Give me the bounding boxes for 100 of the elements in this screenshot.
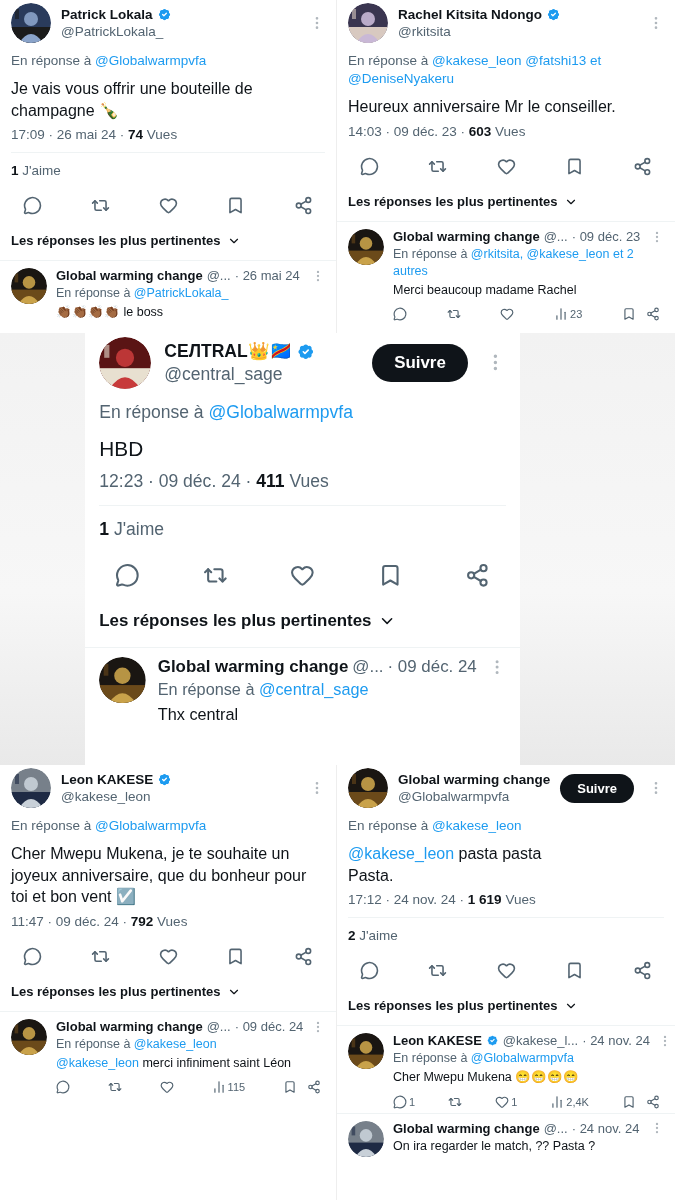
bookmark-icon[interactable]	[621, 1094, 636, 1109]
views-icon[interactable]	[554, 307, 569, 322]
like-icon[interactable]	[495, 1094, 510, 1109]
verified-icon	[156, 7, 172, 22]
verified-icon	[295, 341, 316, 362]
tweet-meta: 17:12 · 24 nov. 24 · 1 619 Vues	[348, 892, 537, 908]
reply-context: En réponse à @kakese_leon	[56, 1036, 218, 1053]
reply-date: · 09 déc. 24	[234, 1019, 304, 1034]
like-icon[interactable]	[496, 961, 516, 981]
reply-date: · 09 déc. 23	[571, 229, 641, 245]
like-count: 1	[511, 1095, 518, 1108]
likes-count[interactable]: 1 J'aime	[11, 163, 325, 179]
like-icon[interactable]	[496, 157, 516, 177]
reply-icon[interactable]	[393, 1094, 407, 1109]
like-icon[interactable]	[158, 196, 178, 216]
author-name[interactable]: Leon KAKESE	[393, 1033, 482, 1049]
like-icon[interactable]	[500, 307, 515, 322]
author-handle: @central_sage	[164, 363, 284, 385]
reply-icon[interactable]	[23, 947, 42, 966]
sort-label[interactable]: Les réponses les plus pertinentes	[348, 998, 558, 1014]
author-name[interactable]: Global warming change	[157, 656, 349, 677]
reply-date: · 09 déc. 24	[387, 656, 477, 677]
views-count: 23	[570, 308, 583, 321]
reply-text: @kakese_leon merci infiniment saint Léon	[56, 1054, 293, 1072]
author-name[interactable]: Global warming change	[393, 229, 540, 245]
verified-icon	[485, 1034, 499, 1048]
sort-label[interactable]: Les réponses les plus pertinentes	[348, 194, 558, 210]
reply-context: En réponse à @Globalwarmpvfa	[11, 817, 208, 835]
share-icon[interactable]	[633, 157, 652, 177]
reply-text: On ira regarder le match, ?? Pasta ?	[393, 1137, 597, 1155]
share-icon[interactable]	[294, 947, 313, 966]
reply-context: En réponse à @rkitsita, @kakese_leon et 2 autres	[393, 246, 635, 280]
reply-icon[interactable]	[23, 196, 42, 216]
reply-context: En réponse à @kakese_leon @fatshi13 et @DeniseNyakeru	[348, 52, 603, 89]
views-icon[interactable]	[550, 1094, 565, 1109]
views-count: 115	[227, 1081, 246, 1094]
author-name[interactable]: Global warming change	[393, 1120, 540, 1136]
author-name[interactable]: Global warming change	[398, 772, 551, 787]
follow-button[interactable]: Suivre	[372, 343, 468, 382]
views-icon[interactable]	[211, 1080, 226, 1095]
reply-context: En réponse à @Globalwarmpvfa	[99, 400, 354, 424]
reply-text: 👏🏾👏🏾👏🏾👏🏾 le boss	[56, 304, 165, 322]
reply-date: · 26 mai 24	[234, 268, 300, 284]
share-icon[interactable]	[646, 307, 660, 322]
reply-icon[interactable]	[360, 961, 379, 981]
likes-count[interactable]: 1 J'aime	[99, 518, 506, 540]
tweet-meta: 11:47 · 09 déc. 24 · 792 Vues	[11, 914, 189, 929]
likes-count[interactable]: 2 J'aime	[348, 928, 664, 944]
reply-context: En réponse à @kakese_leon	[348, 817, 523, 835]
author-handle: @...	[543, 1120, 568, 1136]
tweet-text: Cher Mwepu Mukena, je te souhaite un joyeux anniversaire, que du bonheur pour toi et bon vent ☑	[11, 844, 308, 908]
reply-icon[interactable]	[114, 562, 140, 588]
bookmark-icon[interactable]	[283, 1080, 297, 1095]
author-handle: @...	[543, 229, 568, 245]
like-icon[interactable]	[158, 947, 178, 966]
share-icon[interactable]	[294, 196, 313, 216]
reply-text: Thx central	[157, 703, 240, 725]
bookmark-icon[interactable]	[622, 307, 636, 322]
reply-date: · 24 nov. 24	[571, 1120, 640, 1136]
tweet-text: @kakese_leon pasta pasta Pasta.	[348, 844, 543, 886]
reply-text: Cher Mwepu Mukena 😁😁😁😁	[393, 1069, 581, 1087]
tweet-meta: 17:09 · 26 mai 24 · 74 Vues	[11, 127, 179, 143]
author-handle: @kakese_leon	[61, 789, 152, 804]
author-name[interactable]: Leon KAKESE	[61, 772, 154, 787]
reply-count: 1	[409, 1095, 416, 1108]
reply-icon[interactable]	[360, 157, 379, 177]
reply-text: Merci beaucoup madame Rachel	[393, 281, 578, 299]
author-handle: @...	[206, 268, 231, 284]
author-name[interactable]: Global warming change	[56, 268, 203, 284]
share-icon[interactable]	[307, 1080, 321, 1095]
reply-context: En réponse à @Globalwarmpvfa	[393, 1050, 575, 1068]
tweet-text: HBD	[99, 435, 145, 462]
author-handle: @kakese_l...	[502, 1033, 579, 1049]
sort-label[interactable]: Les réponses les plus pertinentes	[11, 984, 221, 999]
tweet-text: Heureux anniversaire Mr le conseiller.	[348, 97, 617, 118]
verified-icon	[546, 7, 561, 22]
tweet-meta: 12:23 · 09 déc. 24 · 411 Vues	[99, 470, 330, 492]
tweet-meta: 14:03 · 09 déc. 23 · 603 Vues	[348, 124, 527, 140]
author-handle: @...	[352, 656, 384, 677]
share-icon[interactable]	[645, 1094, 660, 1109]
views-count: 2,4K	[566, 1095, 589, 1108]
like-icon[interactable]	[159, 1080, 174, 1095]
reply-icon[interactable]	[393, 307, 407, 322]
verified-icon	[157, 772, 173, 787]
sort-label[interactable]: Les réponses les plus pertinentes	[99, 611, 372, 631]
author-name[interactable]: Global warming change	[56, 1019, 203, 1034]
reply-date: · 24 nov. 24	[582, 1033, 650, 1049]
reply-context: En réponse à @PatrickLokala_	[56, 285, 230, 303]
follow-button[interactable]: Suivre	[560, 773, 634, 803]
share-icon[interactable]	[465, 562, 491, 588]
share-icon[interactable]	[633, 961, 652, 981]
reply-context: En réponse à @Globalwarmpvfa	[11, 52, 208, 70]
author-name[interactable]: Patrick Lokala	[61, 7, 153, 22]
tweet-text: Je vais vous offrir une bouteille de champagne 🍾	[11, 79, 254, 121]
author-name[interactable]: CEЛTRAL👑🇨🇩	[164, 340, 292, 362]
reply-icon[interactable]	[56, 1080, 70, 1095]
reply-context: En réponse à @central_sage	[157, 678, 370, 700]
author-name[interactable]: Rachel Kitsita Ndongo	[398, 7, 542, 22]
author-handle: @...	[206, 1019, 231, 1034]
sort-label[interactable]: Les réponses les plus pertinentes	[11, 233, 221, 249]
